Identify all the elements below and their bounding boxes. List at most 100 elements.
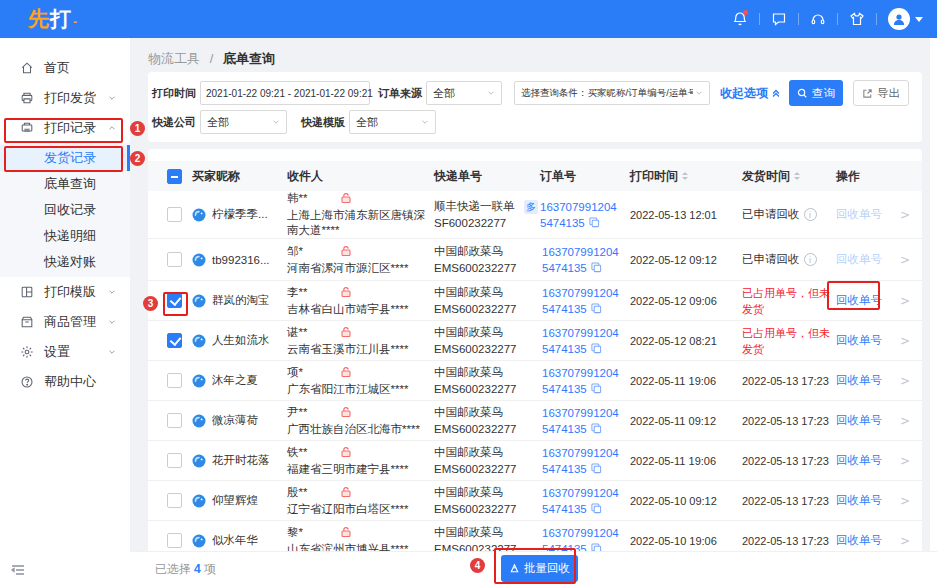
courier-template-select[interactable]: 全部 <box>349 110 436 134</box>
tracking-number: 中国邮政菜鸟EMS600232277 <box>434 444 524 478</box>
recall-number-link[interactable]: 回收单号 <box>836 334 882 346</box>
ship-time: 2022-05-13 17:23 <box>742 415 836 427</box>
sidebar-collapse-icon[interactable] <box>10 562 26 578</box>
annotation-box-1 <box>4 118 123 143</box>
row-checkbox[interactable] <box>167 252 182 267</box>
row-checkbox[interactable] <box>167 453 182 468</box>
row-expand-chevron[interactable]: > <box>888 494 922 508</box>
info-icon[interactable]: i <box>804 253 817 266</box>
copy-icon[interactable] <box>591 262 602 273</box>
recipient-address: 吉林省白山市靖宇县**** <box>287 302 430 317</box>
recall-number-link[interactable]: 回收单号 <box>836 208 882 220</box>
sidebar-subitem[interactable]: 快递对账 <box>0 249 130 275</box>
row-checkbox[interactable] <box>167 207 182 222</box>
row-expand-chevron[interactable]: > <box>888 294 922 308</box>
table-header-row: 买家昵称 收件人 快递单号 订单号 打印时间 发货时间 操作 <box>148 161 922 191</box>
order-source-select[interactable]: 全部 <box>426 81 502 105</box>
table-row: 仰望辉煌殷**辽宁省辽阳市白塔区****中国邮政菜鸟EMS60023227716… <box>148 481 922 521</box>
sort-icon[interactable] <box>794 172 800 180</box>
order-number-link[interactable]: 1637079912045474135 <box>542 485 619 517</box>
row-checkbox[interactable] <box>167 533 182 548</box>
order-number-link[interactable]: 1637079912045474135 <box>542 244 619 276</box>
user-avatar[interactable] <box>888 8 923 30</box>
sidebar-item-5[interactable]: 设置 <box>0 337 130 367</box>
sidebar-item-4[interactable]: 商品管理 <box>0 307 130 337</box>
copy-icon[interactable] <box>591 343 602 354</box>
tshirt-icon[interactable] <box>849 11 865 27</box>
table-row: 人生如流水谌**云南省玉溪市江川县****中国邮政菜鸟EMS6002322771… <box>148 321 922 361</box>
row-expand-chevron[interactable]: > <box>888 334 922 348</box>
wangwang-icon <box>192 494 206 508</box>
scrollbar-track[interactable] <box>930 38 937 586</box>
order-number-link[interactable]: 1637079912045474135 <box>540 199 617 231</box>
topbar: 先打- <box>0 0 937 38</box>
wangwang-icon <box>192 253 206 267</box>
copy-icon[interactable] <box>591 463 602 474</box>
print-time-header[interactable]: 打印时间 <box>630 168 742 185</box>
row-checkbox[interactable] <box>167 493 182 508</box>
search-button[interactable]: 查询 <box>789 80 843 106</box>
annotation-box-4 <box>494 548 576 584</box>
recall-number-link[interactable]: 回收单号 <box>836 494 882 506</box>
buyer-nickname: 群岚的淘宝 <box>212 293 270 308</box>
copy-icon[interactable] <box>591 383 602 394</box>
recall-number-link[interactable]: 回收单号 <box>836 253 882 265</box>
print-time: 2022-05-12 09:06 <box>630 295 742 307</box>
sidebar-item-0[interactable]: 首页 <box>0 53 130 83</box>
sidebar-subitem[interactable]: 快递明细 <box>0 223 130 249</box>
recipient-name: 项* <box>287 365 303 380</box>
annotation-step-4: 4 <box>470 558 485 573</box>
sidebar-item-1[interactable]: 打印发货 <box>0 83 130 113</box>
order-number-link[interactable]: 1637079912045474135 <box>542 285 619 317</box>
chat-icon[interactable] <box>771 11 787 27</box>
courier-company-select[interactable]: 全部 <box>200 110 287 134</box>
copy-icon[interactable] <box>591 423 602 434</box>
copy-icon[interactable] <box>589 217 600 228</box>
row-expand-chevron[interactable]: > <box>888 534 922 548</box>
print-time: 2022-05-12 08:21 <box>630 335 742 347</box>
sidebar-subitem[interactable]: 回收记录 <box>0 197 130 223</box>
recall-number-link[interactable]: 回收单号 <box>836 454 882 466</box>
sort-icon[interactable] <box>682 172 688 180</box>
print-time-range-input[interactable]: 2021-01-22 09:21 - 2021-01-22 09:21 <box>200 81 370 105</box>
breadcrumb-parent[interactable]: 物流工具 <box>148 51 200 66</box>
sidebar-item-3[interactable]: 打印模版 <box>0 277 130 307</box>
info-icon[interactable]: i <box>804 208 817 221</box>
breadcrumb-current: 底单查询 <box>223 51 275 66</box>
order-number-link[interactable]: 1637079912045474135 <box>542 445 619 477</box>
export-button[interactable]: 导出 <box>853 80 909 106</box>
row-checkbox[interactable] <box>167 413 182 428</box>
copy-icon[interactable] <box>591 303 602 314</box>
sidebar-subitem[interactable]: 底单查询 <box>0 171 130 197</box>
ship-time-header[interactable]: 发货时间 <box>742 168 836 185</box>
wangwang-icon <box>192 208 206 222</box>
row-expand-chevron[interactable]: > <box>888 454 922 468</box>
buyer-nickname: 人生如流水 <box>212 333 270 348</box>
notification-bell-icon[interactable] <box>732 11 748 27</box>
ship-time: 2022-05-13 17:23 <box>742 455 836 467</box>
recall-number-link[interactable]: 回收单号 <box>836 374 882 386</box>
app-logo: 先打- <box>28 5 78 33</box>
row-expand-chevron[interactable]: > <box>888 253 922 267</box>
row-checkbox[interactable] <box>167 333 182 348</box>
privacy-lock-icon <box>340 526 352 538</box>
row-checkbox[interactable] <box>167 373 182 388</box>
row-expand-chevron[interactable]: > <box>888 208 922 222</box>
query-condition-select[interactable]: 选择查询条件：买家昵称/订单编号/运单号/... <box>514 81 710 105</box>
order-number-link[interactable]: 1637079912045474135 <box>542 365 619 397</box>
row-expand-chevron[interactable]: > <box>888 414 922 428</box>
copy-icon[interactable] <box>591 503 602 514</box>
row-expand-chevron[interactable]: > <box>888 374 922 388</box>
sidebar-item-6[interactable]: 帮助中心 <box>0 367 130 397</box>
recall-number-link[interactable]: 回收单号 <box>836 534 882 546</box>
recall-number-link[interactable]: 回收单号 <box>836 414 882 426</box>
courier-company-label: 快递公司 <box>152 115 196 130</box>
wangwang-icon <box>192 334 206 348</box>
headset-icon[interactable] <box>810 11 826 27</box>
select-all-checkbox[interactable] <box>167 169 182 184</box>
wangwang-icon <box>192 414 206 428</box>
collapse-options-link[interactable]: 收起选项 <box>720 85 781 102</box>
order-number-link[interactable]: 1637079912045474135 <box>542 405 619 437</box>
order-number-link[interactable]: 1637079912045474135 <box>542 325 619 357</box>
recipient-name: 殷** <box>287 485 307 500</box>
